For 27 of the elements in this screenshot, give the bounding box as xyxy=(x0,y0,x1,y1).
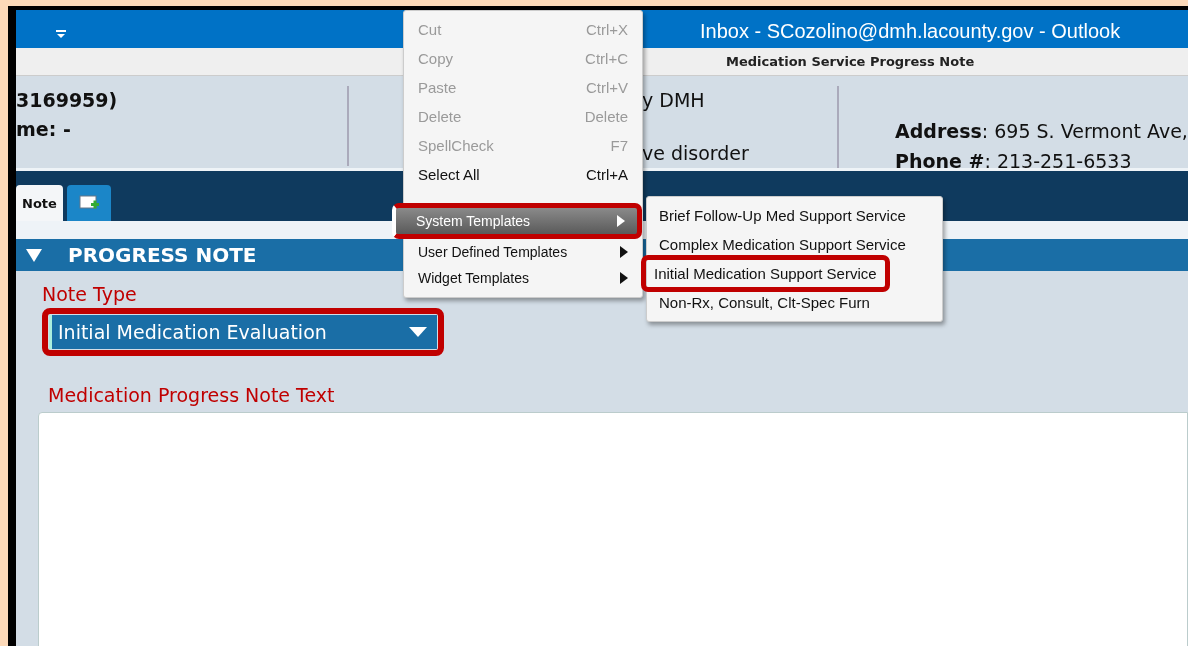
patient-info: 3169959) xyxy=(16,88,119,113)
menu-item[interactable]: Select All Ctrl+A xyxy=(404,160,642,189)
submenu-item[interactable]: User Defined Templates xyxy=(406,239,640,265)
note-type-select[interactable]: Initial Medication Evaluation xyxy=(49,315,437,349)
field-label: Note Type xyxy=(42,283,137,305)
patient-info: Address: 695 S. Vermont Ave, xyxy=(895,119,1188,144)
menu-item[interactable]: Initial Medication Support Service xyxy=(641,255,890,292)
submenu-arrow-icon xyxy=(620,272,628,284)
add-tab-button[interactable] xyxy=(66,185,111,221)
window-title: Medication Service Progress Note xyxy=(726,54,975,69)
menu-item[interactable]: Brief Follow-Up Med Support Service xyxy=(651,201,914,230)
patient-info: Phone #: 213-251-6533 xyxy=(895,149,1133,168)
note-tab[interactable]: Note xyxy=(16,185,63,221)
patient-info: ve disorder xyxy=(642,141,750,166)
dropdown-icon[interactable] xyxy=(56,30,66,38)
dropdown-arrow-icon xyxy=(409,327,427,337)
outlook-window-title: Inbox - SCozolino@dmh.lacounty.gov - Outlook xyxy=(700,19,1121,44)
add-page-icon xyxy=(78,195,99,211)
patient-info: y DMH xyxy=(642,88,706,113)
submenu-item[interactable]: System Templates xyxy=(392,203,642,239)
submenu-item[interactable]: Widget Templates xyxy=(406,265,640,291)
submenu-arrow-icon xyxy=(617,215,625,227)
patient-info: me: - xyxy=(16,117,72,142)
submenu-arrow-icon xyxy=(620,246,628,258)
section-title: PROGRESS NOTE xyxy=(68,243,257,267)
field-label: Medication Progress Note Text xyxy=(48,384,335,406)
collapse-icon[interactable] xyxy=(26,247,42,263)
